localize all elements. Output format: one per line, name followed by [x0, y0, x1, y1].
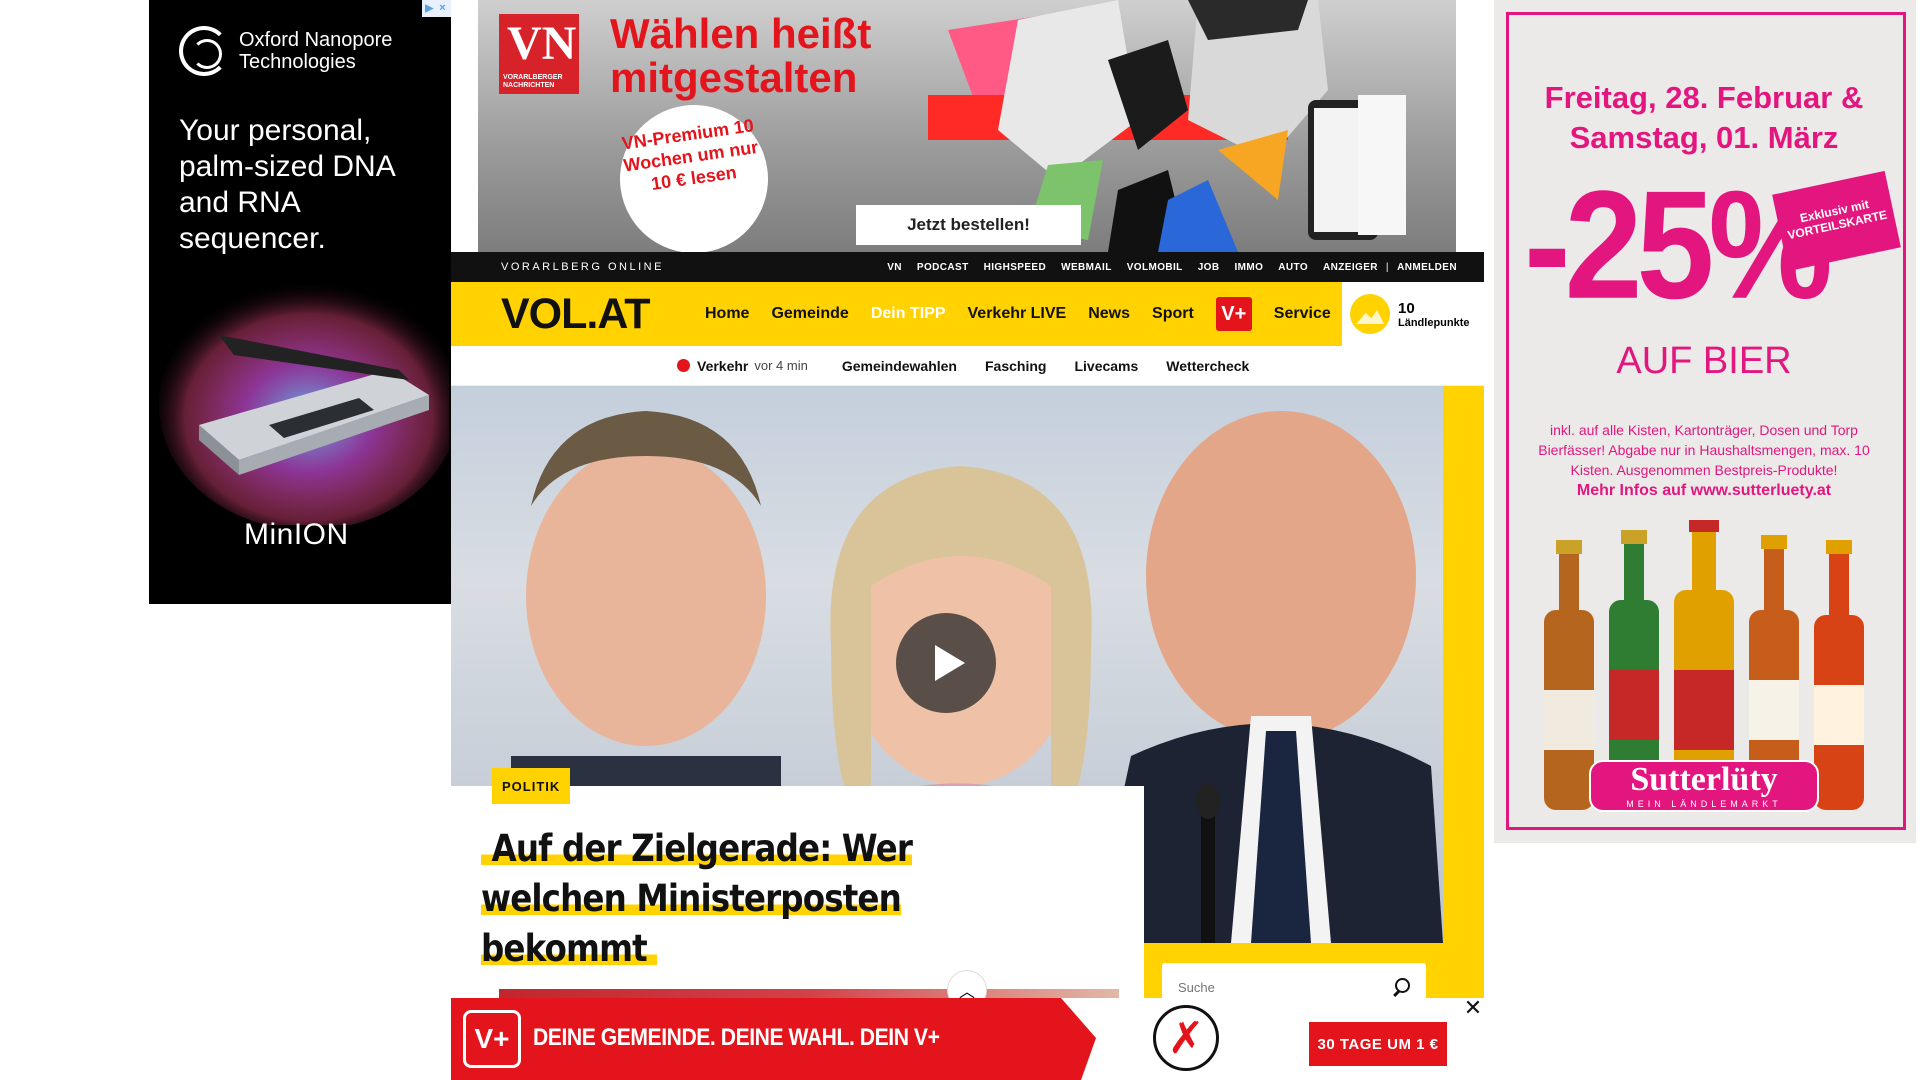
nav-vplus-button[interactable]: V+: [1215, 297, 1252, 331]
sutterluety-brand-name: Sutterlüty: [1630, 761, 1778, 798]
sidebar-accent: [1443, 386, 1484, 1080]
topbar-link-highspeed[interactable]: HIGHSPEED: [984, 262, 1047, 273]
subnav-gemeindewahlen[interactable]: Gemeindewahlen: [842, 358, 957, 374]
search-icon[interactable]: [1392, 978, 1410, 996]
topbar-separator: |: [1385, 261, 1390, 273]
points-label: Ländlepunkte: [1398, 316, 1470, 329]
nav-dein-tipp[interactable]: Dein TIPP: [871, 305, 946, 323]
sequencer-device-image: [159, 280, 449, 525]
ad-slogan: DEINE GEMEINDE. DEINE WAHL. DEIN V+: [533, 1024, 940, 1051]
topbar-login-link[interactable]: ANMELDEN: [1397, 262, 1457, 273]
ad-offer-badge: VN-Premium 10 Wochen um nur 10 € lesen: [610, 95, 778, 252]
sutterluety-logo: Sutterlüty MEIN LÄNDLEMARKT: [1589, 760, 1819, 812]
ad-discount: -25%: [1524, 158, 1833, 331]
nav-gemeinde[interactable]: Gemeinde: [771, 305, 848, 323]
ad-vplus-sticky[interactable]: V+ DEINE GEMEINDE. DEINE WAHL. DEIN V+ ✗…: [451, 997, 1484, 1080]
top-bar-links: VN PODCAST HIGHSPEED WEBMAIL VOLMOBIL JO…: [872, 262, 1457, 273]
ad-brand-name: Oxford Nanopore Technologies: [239, 29, 393, 73]
ad-tagline: Your personal, palm-sized DNA and RNA se…: [179, 114, 395, 255]
vol-at-site: VORARLBERG ONLINE VN PODCAST HIGHSPEED W…: [451, 252, 1484, 1080]
site-logo[interactable]: VOL.AT: [501, 290, 705, 339]
subnav-fasching[interactable]: Fasching: [985, 358, 1046, 374]
topbar-link-anzeiger[interactable]: ANZEIGER: [1323, 262, 1378, 273]
oxford-nanopore-logo-icon: [179, 26, 229, 76]
ad-product-name: MinION: [244, 518, 349, 551]
topbar-link-auto[interactable]: AUTO: [1278, 262, 1308, 273]
nav-sport[interactable]: Sport: [1152, 305, 1194, 323]
nav-verkehr-live[interactable]: Verkehr LIVE: [968, 305, 1067, 323]
ad-sutterluety[interactable]: Freitag, 28. Februar & Samstag, 01. März…: [1494, 0, 1916, 843]
sutterluety-brand-sub: MEIN LÄNDLEMARKT: [1626, 799, 1782, 809]
ad-headline: Wählen heißt mitgestalten: [610, 10, 872, 101]
adchoices-icon[interactable]: ×: [422, 0, 451, 17]
ad-oxford-nanopore[interactable]: × Oxford Nanopore Technologies Your pers…: [149, 0, 451, 604]
topbar-link-podcast[interactable]: PODCAST: [917, 262, 969, 273]
topbar-link-immo[interactable]: IMMO: [1234, 262, 1263, 273]
ad-product: AUF BIER: [1616, 340, 1792, 382]
topbar-link-vn[interactable]: VN: [887, 262, 902, 273]
nav-service[interactable]: Service: [1274, 305, 1331, 323]
ad-subscribe-button[interactable]: 30 TAGE UM 1 €: [1309, 1022, 1447, 1066]
play-button[interactable]: [896, 613, 996, 713]
subnav-wettercheck[interactable]: Wettercheck: [1166, 358, 1249, 374]
points-value: 10: [1398, 299, 1415, 317]
ad-more-info: Mehr Infos auf www.sutterluety.at: [1576, 482, 1832, 499]
ad-cta-button[interactable]: Jetzt bestellen!: [856, 205, 1081, 245]
laendlepunkte-widget[interactable]: 10 Ländlepunkte: [1342, 282, 1484, 346]
top-bar-brand: VORARLBERG ONLINE: [501, 261, 664, 273]
topbar-link-volmobil[interactable]: VOLMOBIL: [1127, 262, 1183, 273]
vn-logo: VN VORARLBERGER NACHRICHTEN: [499, 14, 579, 94]
oxford-nanopore-logo: Oxford Nanopore Technologies: [179, 26, 419, 76]
subnav-live-time: vor 4 min: [754, 358, 808, 373]
mountain-icon: [1350, 294, 1390, 334]
adchoices-triangle-icon: [424, 4, 434, 13]
hero-headline[interactable]: Auf der Zielgerade: Wer welchen Minister…: [481, 824, 1053, 974]
vn-logo-subtitle: VORARLBERGER NACHRICHTEN: [503, 74, 563, 89]
ad-vn-premium[interactable]: VN VORARLBERGER NACHRICHTEN Wählen heißt…: [478, 0, 1456, 252]
main-nav-items: Home Gemeinde Dein TIPP Verkehr LIVE New…: [705, 297, 1353, 331]
close-icon[interactable]: ✕: [1463, 997, 1483, 1020]
vplus-logo: V+: [463, 1010, 521, 1068]
subnav-livecams[interactable]: Livecams: [1074, 358, 1138, 374]
hero-headline-text: Auf der Zielgerade: Wer welchen Minister…: [481, 827, 913, 970]
live-dot-icon: [677, 359, 690, 372]
topbar-link-webmail[interactable]: WEBMAIL: [1061, 262, 1112, 273]
nav-news[interactable]: News: [1088, 305, 1130, 323]
vn-logo-text: VN: [507, 17, 577, 70]
category-tag[interactable]: POLITIK: [492, 768, 571, 804]
ad-fine-print: inkl. auf alle Kisten, Kartonträger, Dos…: [1538, 422, 1870, 478]
top-bar: VORARLBERG ONLINE VN PODCAST HIGHSPEED W…: [451, 252, 1484, 282]
ad-close-icon[interactable]: ×: [439, 3, 448, 14]
topbar-link-job[interactable]: JOB: [1198, 262, 1220, 273]
play-icon: [935, 645, 965, 681]
main-navigation: VOL.AT Home Gemeinde Dein TIPP Verkehr L…: [451, 282, 1484, 346]
ad-dates: Freitag, 28. Februar & Samstag, 01. März: [1544, 80, 1864, 155]
subnav-live-verkehr[interactable]: Verkehr: [697, 358, 748, 374]
nav-home[interactable]: Home: [705, 305, 749, 323]
ballot-icon: ✗: [1153, 1005, 1219, 1071]
search-input[interactable]: [1178, 979, 1392, 995]
sub-navigation: Verkehr vor 4 min Gemeindewahlen Faschin…: [451, 346, 1484, 386]
